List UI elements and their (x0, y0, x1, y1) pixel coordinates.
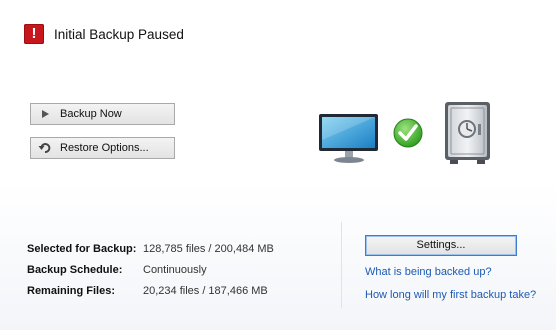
restore-options-label: Restore Options... (60, 142, 149, 154)
page-title: Initial Backup Paused (54, 26, 184, 42)
restore-options-button[interactable]: Restore Options... (30, 137, 175, 159)
what-is-backed-up-link[interactable]: What is being backed up? (365, 266, 492, 278)
selected-for-backup-value: 128,785 files / 200,484 MB (143, 242, 274, 255)
backup-now-label: Backup Now (60, 108, 122, 120)
selected-for-backup-row: Selected for Backup: 128,785 files / 200… (27, 238, 274, 259)
backup-schedule-label: Backup Schedule: (27, 263, 123, 276)
remaining-files-row: Remaining Files: 20,234 files / 187,466 … (27, 280, 274, 301)
backup-status-graphic (295, 98, 497, 172)
play-icon (38, 107, 52, 121)
settings-button[interactable]: Settings... (365, 235, 517, 256)
backup-schedule-row: Backup Schedule: Continuously (27, 259, 274, 280)
exclamation-icon: ! (24, 24, 44, 44)
backup-now-button[interactable]: Backup Now (30, 103, 175, 125)
safe-icon (445, 102, 490, 164)
divider (341, 222, 342, 308)
remaining-files-value: 20,234 files / 187,466 MB (143, 284, 268, 297)
restore-arrow-icon (38, 141, 52, 155)
remaining-files-label: Remaining Files: (27, 284, 116, 297)
first-backup-duration-link[interactable]: How long will my first backup take? (365, 289, 536, 301)
backup-schedule-value: Continuously (143, 263, 207, 276)
header: ! Initial Backup Paused (24, 23, 184, 45)
backup-status-info: Selected for Backup: 128,785 files / 200… (27, 238, 274, 301)
monitor-icon (319, 114, 378, 163)
selected-for-backup-label: Selected for Backup: (27, 242, 137, 255)
checkmark-icon (393, 118, 423, 148)
